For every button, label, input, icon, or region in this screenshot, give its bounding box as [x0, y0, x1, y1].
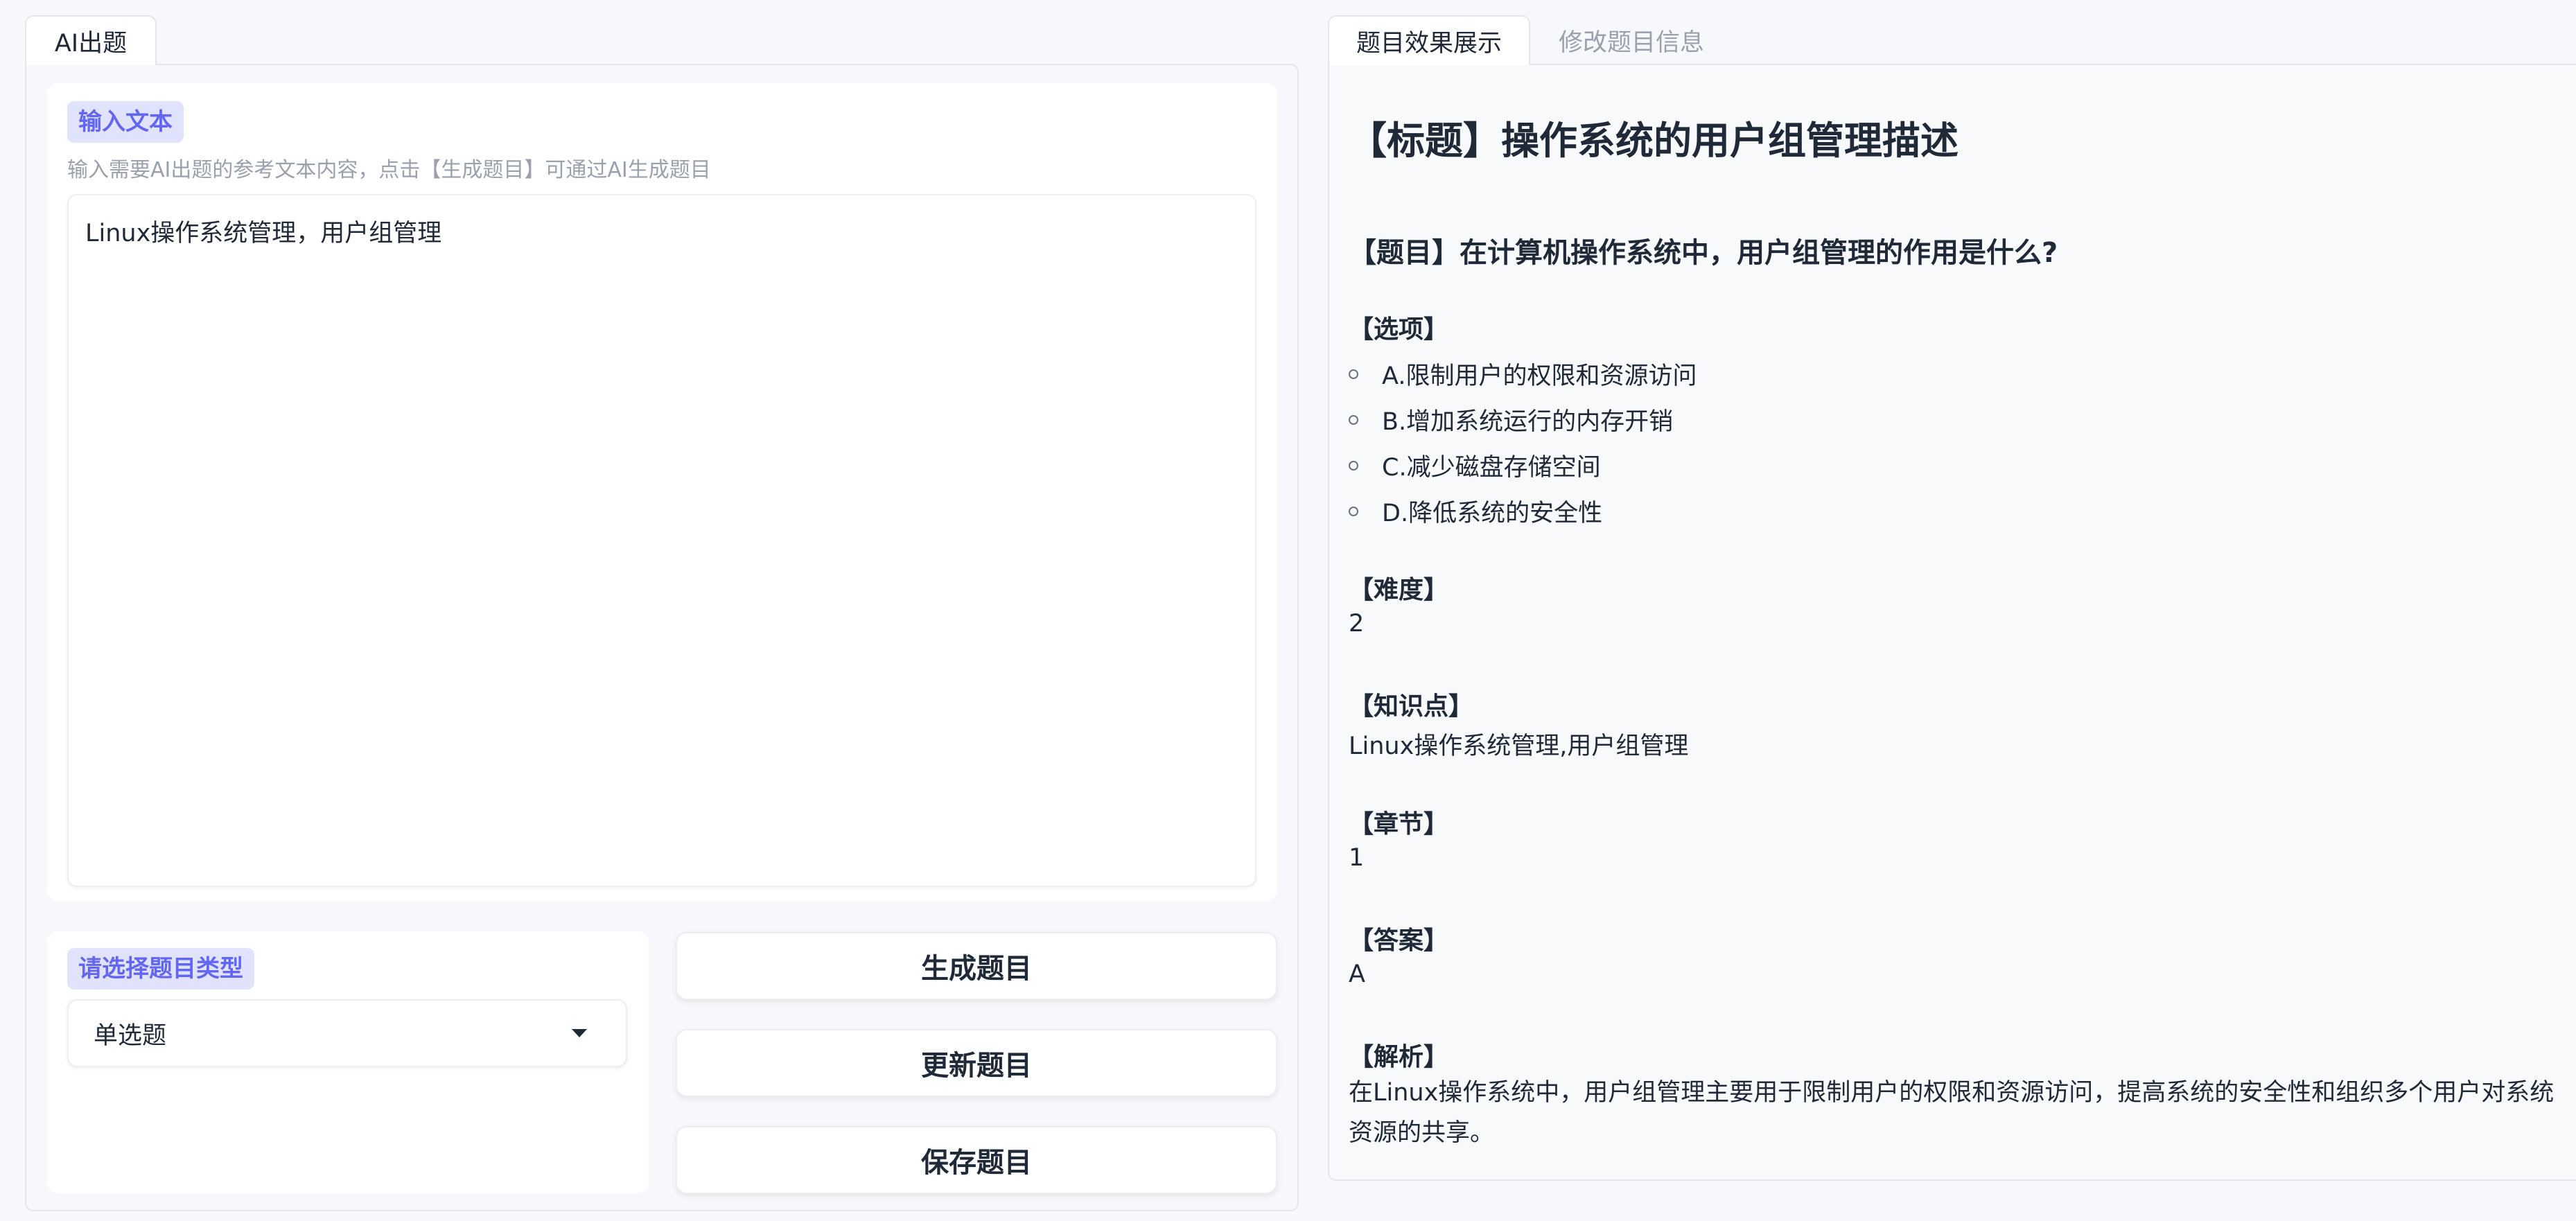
save-question-button[interactable]: 保存题目 [676, 1126, 1277, 1194]
input-text-hint: 输入需要AI出题的参考文本内容，点击【生成题目】可通过AI生成题目 [67, 158, 711, 182]
options-heading: 【选项】 [1349, 315, 1449, 344]
generate-question-button[interactable]: 生成题目 [676, 932, 1277, 1000]
question-stem: 【题目】在计算机操作系统中，用户组管理的作用是什么? [1349, 237, 2058, 269]
question-type-selected-value: 单选题 [94, 1021, 167, 1050]
option-text: D.降低系统的安全性 [1382, 500, 1603, 527]
circle-bullet-icon [1349, 369, 1358, 379]
option-text: B.增加系统运行的内存开销 [1382, 408, 1674, 436]
option-item: D.降低系统的安全性 [1349, 493, 1602, 529]
difficulty-heading: 【难度】 [1349, 576, 1449, 604]
input-text-label: 输入文本 [67, 101, 184, 143]
update-question-button[interactable]: 更新题目 [676, 1029, 1277, 1097]
option-text: C.减少磁盘存储空间 [1382, 454, 1601, 482]
knowledge-heading: 【知识点】 [1349, 692, 1474, 721]
circle-bullet-icon [1349, 414, 1358, 425]
option-item: A.限制用户的权限和资源访问 [1349, 356, 1697, 392]
circle-bullet-icon [1349, 460, 1358, 471]
analysis-heading: 【解析】 [1349, 1043, 1449, 1071]
option-item: C.减少磁盘存储空间 [1349, 448, 1601, 483]
circle-bullet-icon [1349, 506, 1358, 516]
knowledge-value: Linux操作系统管理,用户组管理 [1349, 732, 1689, 760]
chapter-value: 1 [1349, 844, 1365, 872]
analysis-value: 在Linux操作系统中，用户组管理主要用于限制用户的权限和资源访问，提高系统的安… [1349, 1079, 2555, 1147]
question-title: 【标题】操作系统的用户组管理描述 [1349, 118, 1959, 163]
option-item: B.增加系统运行的内存开销 [1349, 402, 1673, 437]
tab-ai-question[interactable]: AI出题 [25, 15, 157, 65]
answer-heading: 【答案】 [1349, 926, 1449, 955]
option-text: A.限制用户的权限和资源访问 [1382, 362, 1697, 390]
tab-question-preview[interactable]: 题目效果展示 [1328, 15, 1530, 65]
answer-value: A [1349, 960, 1365, 988]
question-type-select[interactable]: 单选题 [67, 999, 627, 1067]
chevron-down-icon [572, 1029, 587, 1037]
chapter-heading: 【章节】 [1349, 810, 1449, 838]
question-type-label: 请选择题目类型 [67, 948, 254, 990]
reference-text-input[interactable]: Linux操作系统管理，用户组管理 [67, 194, 1256, 887]
tab-edit-question-info[interactable]: 修改题目信息 [1530, 15, 1733, 65]
difficulty-value: 2 [1349, 610, 1365, 638]
